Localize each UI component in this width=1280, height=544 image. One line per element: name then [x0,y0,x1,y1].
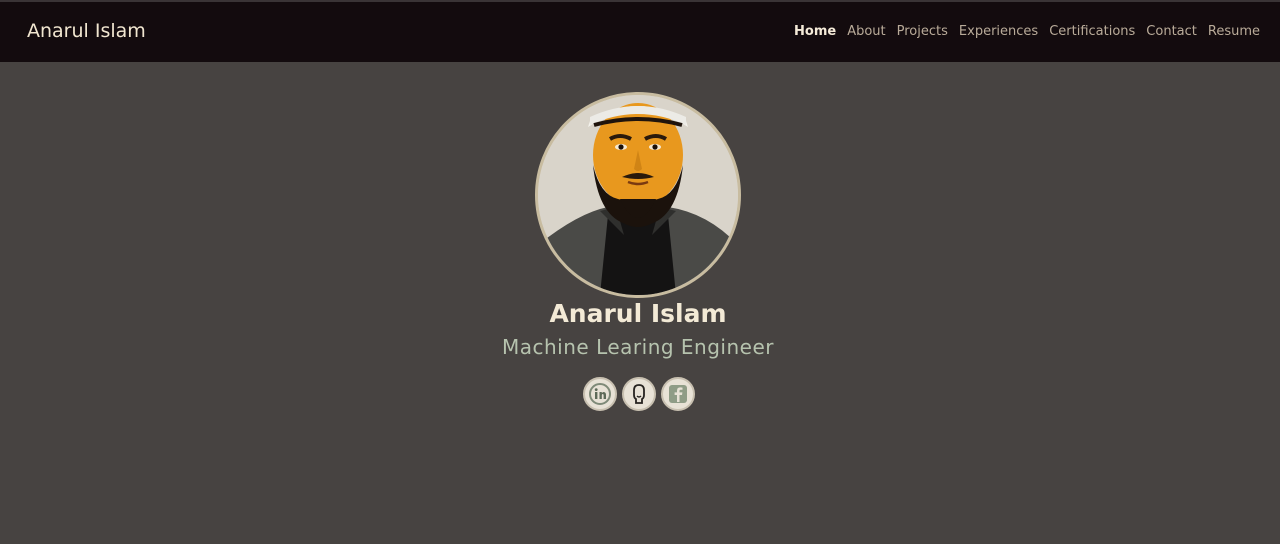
nav-links: Home About Projects Experiences Certific… [794,24,1260,39]
nav-link-certifications[interactable]: Certifications [1049,24,1135,39]
profile-title: Machine Learing Engineer [501,335,774,359]
facebook-icon [667,383,689,405]
nav-link-contact[interactable]: Contact [1146,24,1197,39]
profile-name: Anarul Islam [549,299,727,328]
linkedin-button[interactable] [583,377,617,411]
nav-link-home[interactable]: Home [794,24,836,39]
github-button[interactable] [622,377,656,411]
social-links [583,377,695,411]
profile-avatar [535,92,741,298]
hero-section: Anarul Islam Machine Learing Engineer [0,62,1280,544]
nav-link-about[interactable]: About [847,24,885,39]
brand-link[interactable]: Anarul Islam [27,20,146,42]
nav-link-projects[interactable]: Projects [897,24,948,39]
navbar: Anarul Islam Home About Projects Experie… [0,0,1280,62]
nav-link-experiences[interactable]: Experiences [959,24,1038,39]
nav-link-resume[interactable]: Resume [1208,24,1260,39]
linkedin-icon [589,383,611,405]
facebook-button[interactable] [661,377,695,411]
github-icon [628,383,650,405]
